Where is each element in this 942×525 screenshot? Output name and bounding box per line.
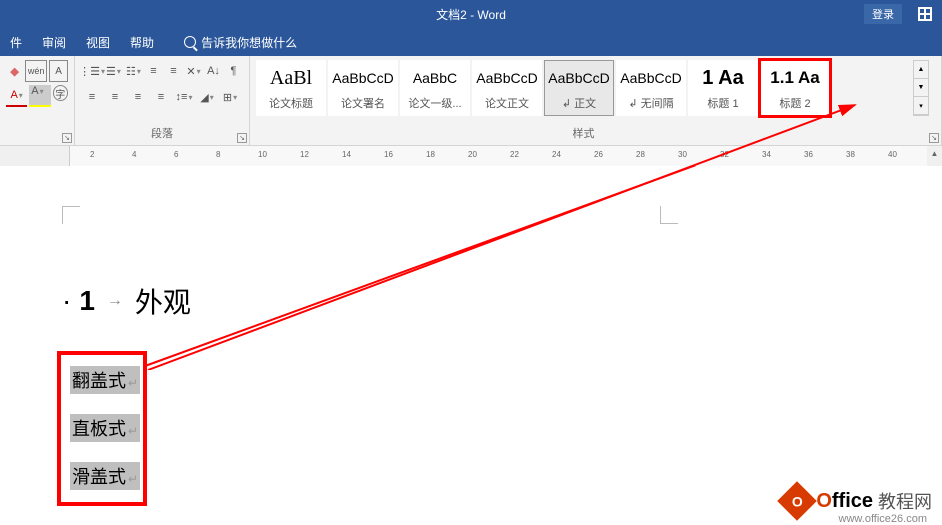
selected-line-1[interactable]: 翻盖式↵: [70, 366, 140, 394]
gallery-down-icon[interactable]: ▼: [914, 79, 928, 97]
char-border-icon[interactable]: A: [49, 60, 68, 82]
ruler-tick: 20: [468, 150, 477, 162]
watermark: O Office 教程网: [783, 487, 932, 515]
ruler-tick: 4: [132, 150, 136, 162]
selected-line-2[interactable]: 直板式↵: [70, 414, 140, 442]
document-title: 文档2 - Word: [436, 6, 506, 23]
borders-icon[interactable]: ⊞: [219, 86, 241, 108]
align-text-icon[interactable]: ✕: [184, 60, 203, 82]
ruler-tick: 2: [90, 150, 94, 162]
style-paper-level1[interactable]: AaBbC论文一级...: [400, 60, 470, 116]
ruler[interactable]: 246810121416182022242628303234363840: [0, 146, 942, 166]
increase-indent-icon[interactable]: ≡: [164, 60, 183, 82]
ruler-tick: 28: [636, 150, 645, 162]
document-area[interactable]: · 1 → 外观 翻盖式↵ 直板式↵ 滑盖式↵: [0, 166, 942, 523]
style-paper-title[interactable]: AaBl论文标题: [256, 60, 326, 116]
shading-icon[interactable]: ◢: [196, 86, 218, 108]
menu-bar: 件 审阅 视图 帮助 告诉我你想做什么: [0, 28, 942, 56]
ruler-tick: 10: [258, 150, 267, 162]
title-bar: 文档2 - Word 登录: [0, 0, 942, 28]
bullets-icon[interactable]: ⋮☰: [81, 60, 103, 82]
styles-label: 样式: [256, 121, 911, 141]
ribbon: ◆ wén A A A 字 ↘ ⋮☰ ☰ ☷ ≡ ≡ ✕ A↓ ¶ ≡ ≡ ≡ …: [0, 56, 942, 146]
horizontal-ruler[interactable]: 246810121416182022242628303234363840: [70, 146, 942, 166]
ruler-tick: 24: [552, 150, 561, 162]
paragraph-mark-icon: ↵: [128, 472, 138, 486]
crop-mark-tl: [62, 206, 80, 224]
paragraph-mark-icon: ↵: [128, 424, 138, 438]
scroll-up-icon[interactable]: ▲: [927, 146, 942, 161]
paragraph-mark-icon: ↵: [128, 376, 138, 390]
search-icon: [184, 36, 196, 48]
ribbon-display-options-icon[interactable]: [918, 7, 932, 21]
style-gallery: AaBl论文标题 AaBbCcD论文署名 AaBbC论文一级... AaBbCc…: [256, 60, 911, 118]
line-spacing-icon[interactable]: ↕≡: [173, 86, 195, 108]
ruler-tick: 38: [846, 150, 855, 162]
tab-view[interactable]: 视图: [86, 34, 110, 51]
watermark-suffix: 教程网: [878, 488, 932, 514]
font-group: ◆ wén A A A 字 ↘: [0, 56, 75, 145]
heading-1-text[interactable]: · 1 → 外观: [62, 281, 191, 321]
paragraph-label: 段落: [81, 121, 243, 141]
office-logo-icon: O: [778, 481, 818, 521]
tab-help[interactable]: 帮助: [130, 34, 154, 51]
ruler-tick: 30: [678, 150, 687, 162]
ruler-tick: 16: [384, 150, 393, 162]
ruler-tick: 12: [300, 150, 309, 162]
enclose-char-icon[interactable]: 字: [53, 85, 68, 101]
ruler-corner: [0, 146, 70, 166]
show-marks-icon[interactable]: ¶: [224, 60, 243, 82]
font-dialog-launcher[interactable]: ↘: [62, 133, 72, 143]
selected-line-3[interactable]: 滑盖式↵: [70, 462, 140, 490]
ruler-tick: 34: [762, 150, 771, 162]
highlight-icon[interactable]: A: [29, 85, 50, 107]
style-normal[interactable]: AaBbCcD↲ 正文: [544, 60, 614, 116]
tab-review[interactable]: 审阅: [42, 34, 66, 51]
clear-formatting-icon[interactable]: ◆: [6, 60, 23, 82]
styles-group: AaBl论文标题 AaBbCcD论文署名 AaBbC论文一级... AaBbCc…: [250, 56, 942, 145]
style-paper-body[interactable]: AaBbCcD论文正文: [472, 60, 542, 116]
numbering-icon[interactable]: ☰: [104, 60, 123, 82]
ruler-tick: 18: [426, 150, 435, 162]
heading-text: 外观: [135, 281, 191, 321]
paragraph-dialog-launcher[interactable]: ↘: [237, 133, 247, 143]
ruler-tick: 40: [888, 150, 897, 162]
tell-me-search[interactable]: 告诉我你想做什么: [184, 34, 297, 51]
sort-icon[interactable]: A↓: [204, 60, 223, 82]
gallery-up-icon[interactable]: ▲: [914, 61, 928, 79]
tab-mark-icon: →: [107, 292, 123, 310]
gallery-more-icon[interactable]: ▾: [914, 97, 928, 115]
heading-number: 1: [79, 285, 95, 317]
ruler-tick: 32: [720, 150, 729, 162]
styles-dialog-launcher[interactable]: ↘: [929, 133, 939, 143]
watermark-brand: Office: [816, 490, 873, 513]
style-heading-2[interactable]: 1.1 Aa标题 2: [760, 60, 830, 116]
style-no-spacing[interactable]: AaBbCcD↲ 无间隔: [616, 60, 686, 116]
ruler-tick: 26: [594, 150, 603, 162]
ruler-tick: 6: [174, 150, 178, 162]
ruler-tick: 14: [342, 150, 351, 162]
gallery-scroll: ▲ ▼ ▾: [913, 60, 929, 116]
align-right-icon[interactable]: ≡: [127, 86, 149, 108]
decrease-indent-icon[interactable]: ≡: [144, 60, 163, 82]
ruler-tick: 22: [510, 150, 519, 162]
style-heading-1[interactable]: 1 Aa标题 1: [688, 60, 758, 116]
align-left-icon[interactable]: ≡: [81, 86, 103, 108]
bullet-dot: ·: [62, 285, 71, 317]
paragraph-group: ⋮☰ ☰ ☷ ≡ ≡ ✕ A↓ ¶ ≡ ≡ ≡ ≡ ↕≡ ◢ ⊞ 段落 ↘: [75, 56, 250, 145]
ruler-tick: 36: [804, 150, 813, 162]
watermark-url: www.office26.com: [839, 513, 927, 525]
tab-file[interactable]: 件: [10, 34, 22, 51]
font-color-icon[interactable]: A: [6, 85, 27, 107]
align-center-icon[interactable]: ≡: [104, 86, 126, 108]
justify-icon[interactable]: ≡: [150, 86, 172, 108]
crop-mark-tr: [660, 206, 678, 224]
login-button[interactable]: 登录: [864, 4, 902, 24]
multilevel-list-icon[interactable]: ☷: [124, 60, 143, 82]
style-paper-author[interactable]: AaBbCcD论文署名: [328, 60, 398, 116]
phonetic-guide-icon[interactable]: wén: [25, 60, 47, 82]
ruler-tick: 8: [216, 150, 220, 162]
